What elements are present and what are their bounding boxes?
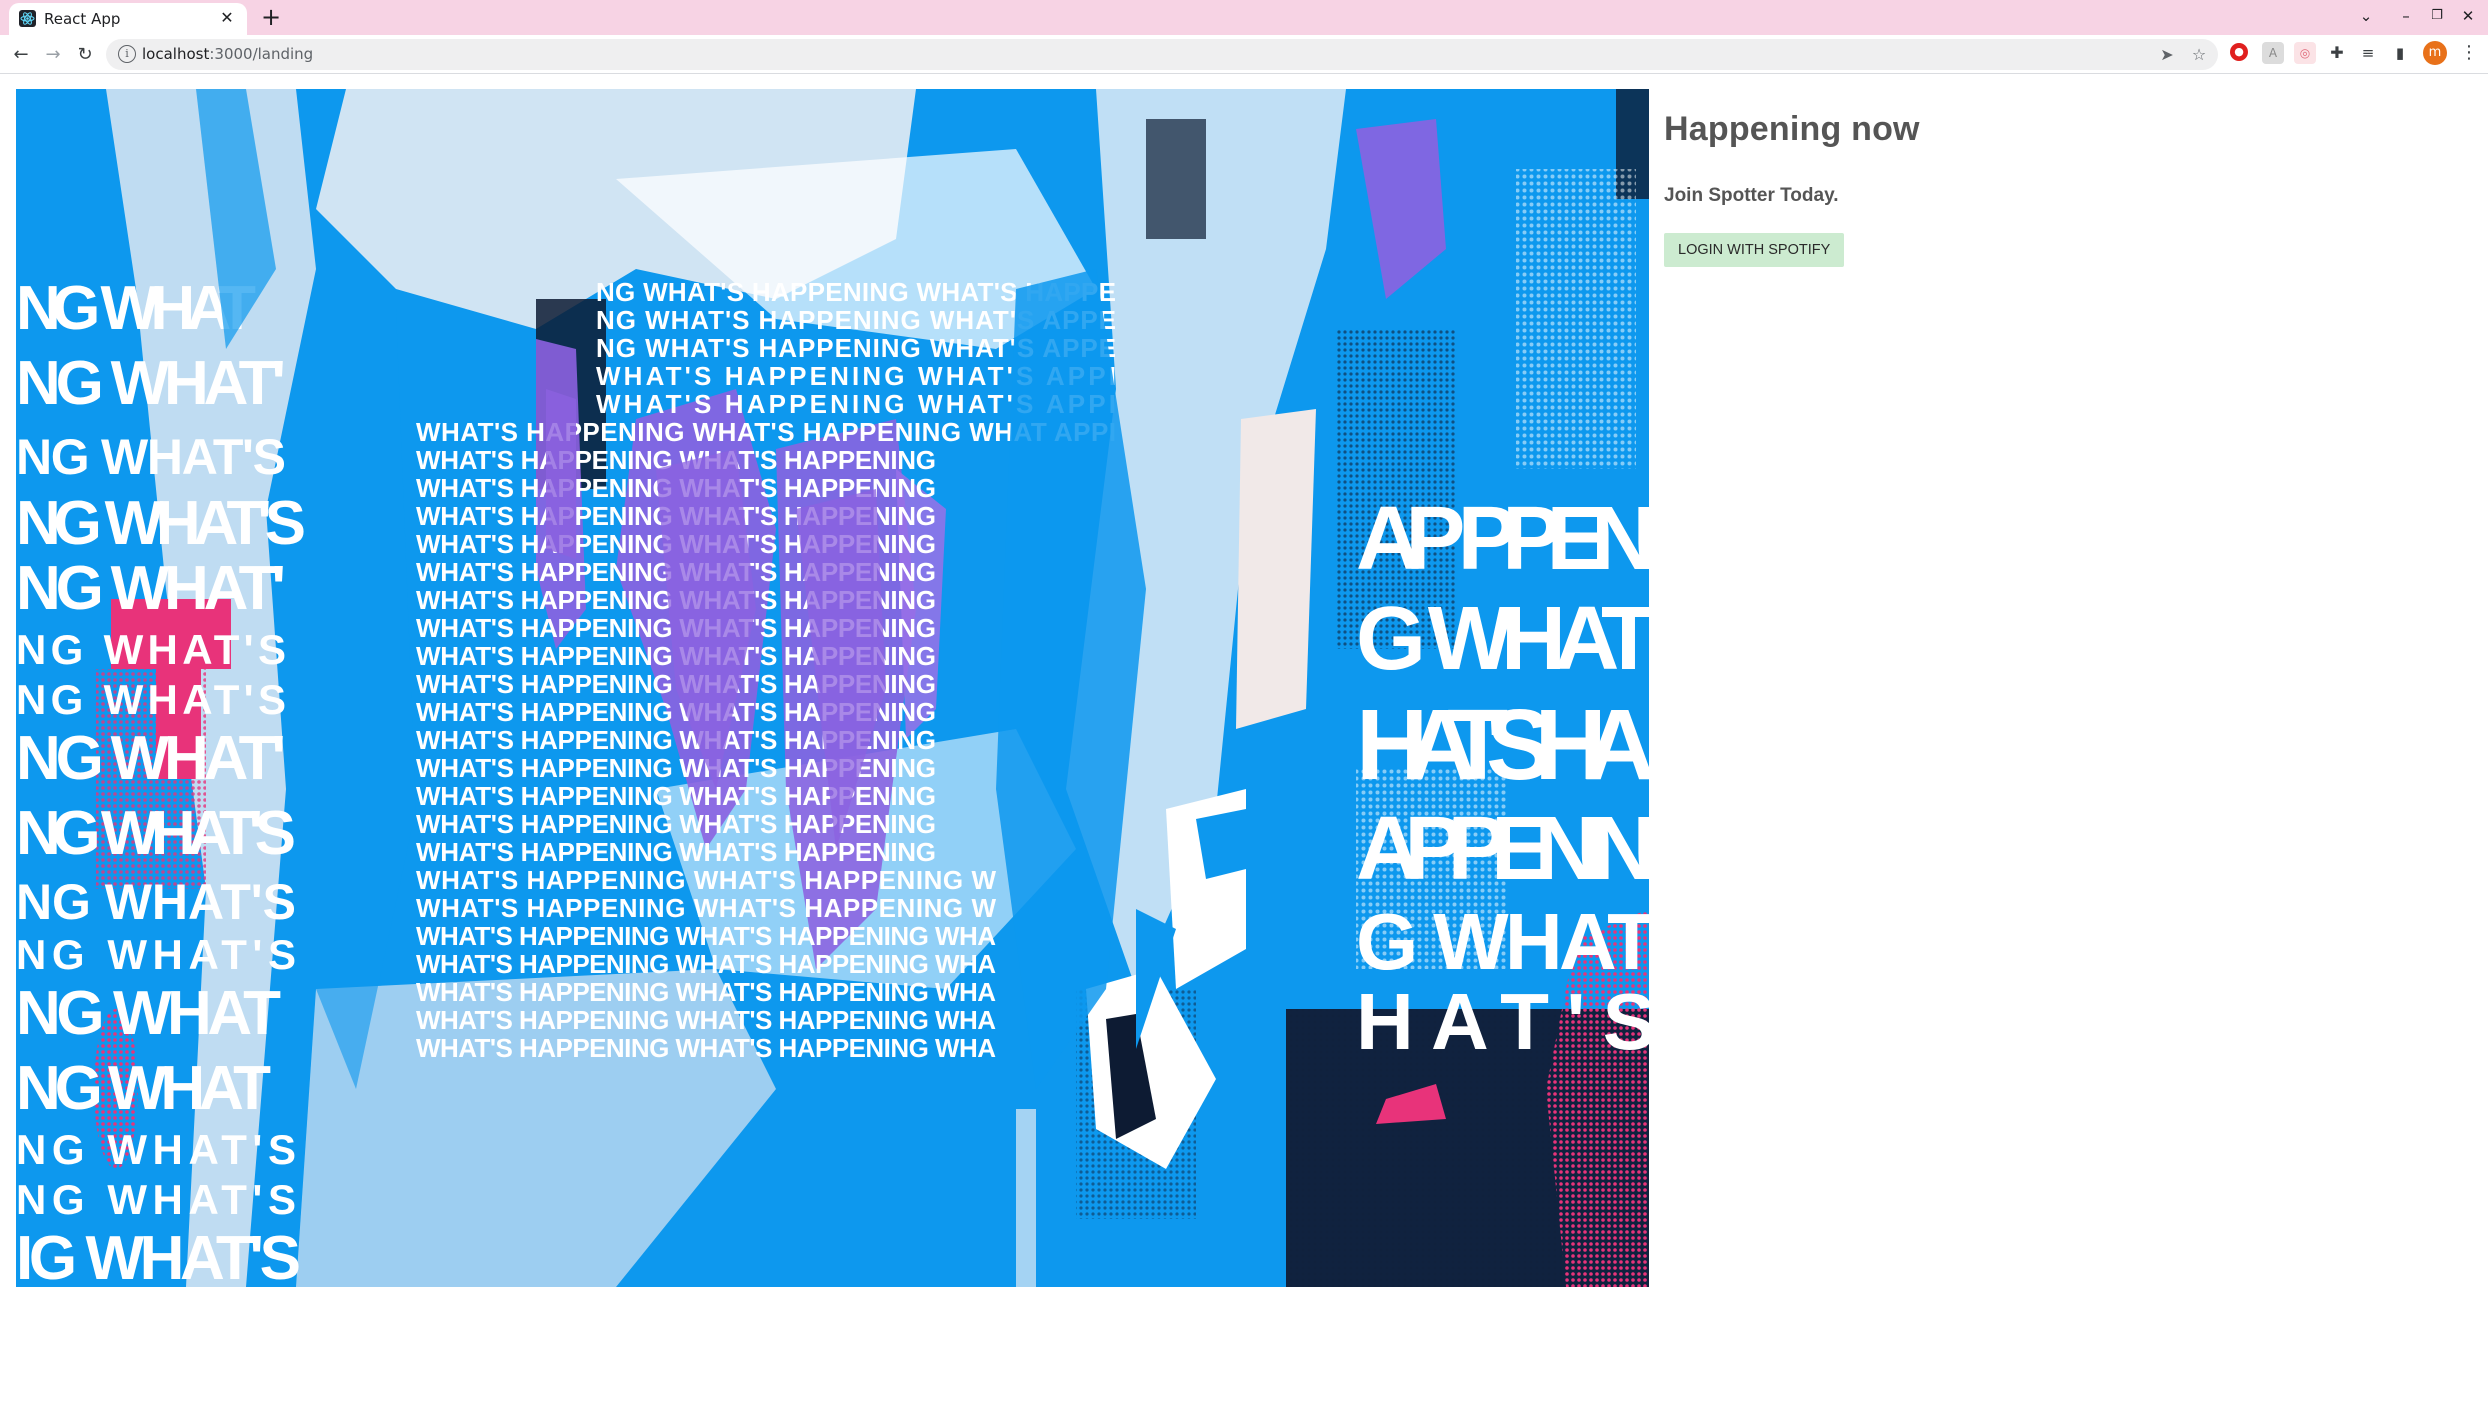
svg-text:WHAT'S HAPPENING WHAT'S HAPPEN: WHAT'S HAPPENING WHAT'S HAPPENING W	[416, 893, 996, 923]
svg-text:WHAT'S HAPPENING WHAT'S HAPPEN: WHAT'S HAPPENING WHAT'S HAPPENING WHA	[416, 977, 996, 1007]
login-with-spotify-button[interactable]: LOGIN WITH SPOTIFY	[1664, 233, 1845, 267]
page-subtitle: Join Spotter Today.	[1664, 185, 1839, 206]
back-arrow-icon[interactable]: ←	[8, 42, 34, 68]
reload-icon[interactable]: ↻	[72, 42, 98, 68]
page-title: Happening now	[1664, 110, 1920, 148]
browser-menu-icon[interactable]: ⋮	[2460, 41, 2478, 65]
svg-text:WHAT'S HAPPENING WHAT'S HAPPEN: WHAT'S HAPPENING WHAT'S HAPPENING WHA	[416, 1005, 996, 1035]
svg-text:HAT'S: HAT'S	[1356, 977, 1649, 1066]
svg-text:WHAT'S HAPPENING WHAT'S HAPPEN: WHAT'S HAPPENING WHAT'S HAPPENING WHA	[416, 1033, 996, 1063]
svg-text:NG WHAT'S: NG WHAT'S	[16, 676, 286, 723]
browser-tab[interactable]: React App ✕	[9, 3, 247, 35]
svg-text:AP PPEN: AP PPEN	[1356, 489, 1649, 589]
url-text[interactable]: localhost:3000/landing	[142, 45, 313, 63]
svg-text:NG WHAT'S: NG WHAT'S	[16, 1176, 296, 1223]
svg-text:WHAT'S HAPPENING WHAT'S HAPPEN: WHAT'S HAPPENING WHAT'S HAPPENING	[416, 837, 936, 867]
extensions-puzzle-icon[interactable]: ✚	[2326, 42, 2348, 64]
tab-search-icon[interactable]: ⌄	[2353, 4, 2379, 28]
site-info-icon[interactable]: i	[118, 45, 136, 63]
svg-text:NG WHAT'S: NG WHAT'S	[16, 931, 296, 978]
reading-list-icon[interactable]: ≡	[2357, 42, 2379, 64]
extension-pink-icon[interactable]: ◎	[2294, 42, 2316, 64]
minimize-icon[interactable]: –	[2393, 4, 2419, 28]
svg-text:NG WHAT'S: NG WHAT'S	[16, 429, 286, 485]
svg-text:WHAT'S HAPPENING WHAT'S HAPPEN: WHAT'S HAPPENING WHAT'S HAPPENING	[416, 781, 936, 811]
close-window-icon[interactable]: ✕	[2455, 4, 2481, 28]
svg-text:WHAT'S HAPPENING WHAT'S HAPPEN: WHAT'S HAPPENING WHAT'S HAPPENING WHA	[416, 949, 996, 979]
extension-gray-icon[interactable]: A	[2262, 42, 2284, 64]
restore-icon[interactable]: ❐	[2424, 4, 2450, 28]
svg-text:NG WHAT': NG WHAT'	[16, 554, 286, 623]
svg-text:WHAT'S HAPPENING WHAT'S HAPPEN: WHAT'S HAPPENING WHAT'S HAPPENING	[416, 809, 936, 839]
svg-text:APPENIN: APPENIN	[1356, 799, 1649, 899]
svg-text:NG WHAT'S: NG WHAT'S	[16, 1126, 296, 1173]
svg-text:NG WHAT'S: NG WHAT'S	[16, 626, 286, 673]
new-tab-button[interactable]: +	[258, 4, 284, 30]
url-host: localhost	[142, 45, 210, 63]
tab-title: React App	[44, 10, 121, 28]
svg-text:WHAT'S HAPPENING WHAT'S HAPPEN: WHAT'S HAPPENING WHAT'S HAPPENING WHA	[416, 921, 996, 951]
forward-arrow-icon[interactable]: →	[40, 42, 66, 68]
browser-toolbar: ← → ↻ i localhost:3000/landing ➤ ☆ ● A ◎…	[0, 35, 2488, 74]
svg-text:G WHAT: G WHAT	[1356, 897, 1649, 986]
svg-text:NG WHAT': NG WHAT'	[16, 724, 286, 793]
svg-text:NG WHAT'S: NG WHAT'S	[16, 489, 306, 558]
side-panel-icon[interactable]: ▮	[2389, 42, 2411, 64]
svg-text:HAT'S HA: HAT'S HA	[1356, 689, 1649, 801]
hero-artwork: NG WHAT NG WHAT' NG WHAT'S NG WHAT'S NG …	[16, 89, 1649, 1287]
close-tab-icon[interactable]: ✕	[217, 8, 237, 28]
profile-avatar[interactable]: m	[2423, 41, 2447, 65]
svg-text:G WHAT: G WHAT	[1356, 589, 1649, 689]
landing-panel: Happening now Join Spotter Today. LOGIN …	[1664, 110, 1920, 267]
extension-red-icon[interactable]: ●	[2230, 43, 2248, 61]
svg-text:NG WHAT: NG WHAT	[16, 1054, 271, 1123]
browser-tab-strip: React App ✕ + ⌄ – ❐ ✕	[0, 0, 2488, 35]
url-path: :3000/landing	[209, 45, 314, 63]
svg-text:WHAT'S HAPPENING WHAT'S HAPPEN: WHAT'S HAPPENING WHAT'S HAPPENING W	[416, 865, 996, 895]
svg-text:NG WHAT'S: NG WHAT'S	[16, 874, 296, 930]
svg-text:NG WHAT: NG WHAT	[16, 979, 281, 1048]
react-logo-icon	[19, 10, 36, 27]
send-icon[interactable]: ➤	[2156, 44, 2178, 66]
bookmark-star-icon[interactable]: ☆	[2188, 44, 2210, 66]
svg-text:IG WHAT'S: IG WHAT'S	[16, 1224, 301, 1287]
svg-text:NG WHAT'S: NG WHAT'S	[16, 799, 296, 868]
svg-text:NG WHAT': NG WHAT'	[16, 349, 286, 418]
address-bar[interactable]: i localhost:3000/landing ➤ ☆	[106, 39, 2218, 70]
